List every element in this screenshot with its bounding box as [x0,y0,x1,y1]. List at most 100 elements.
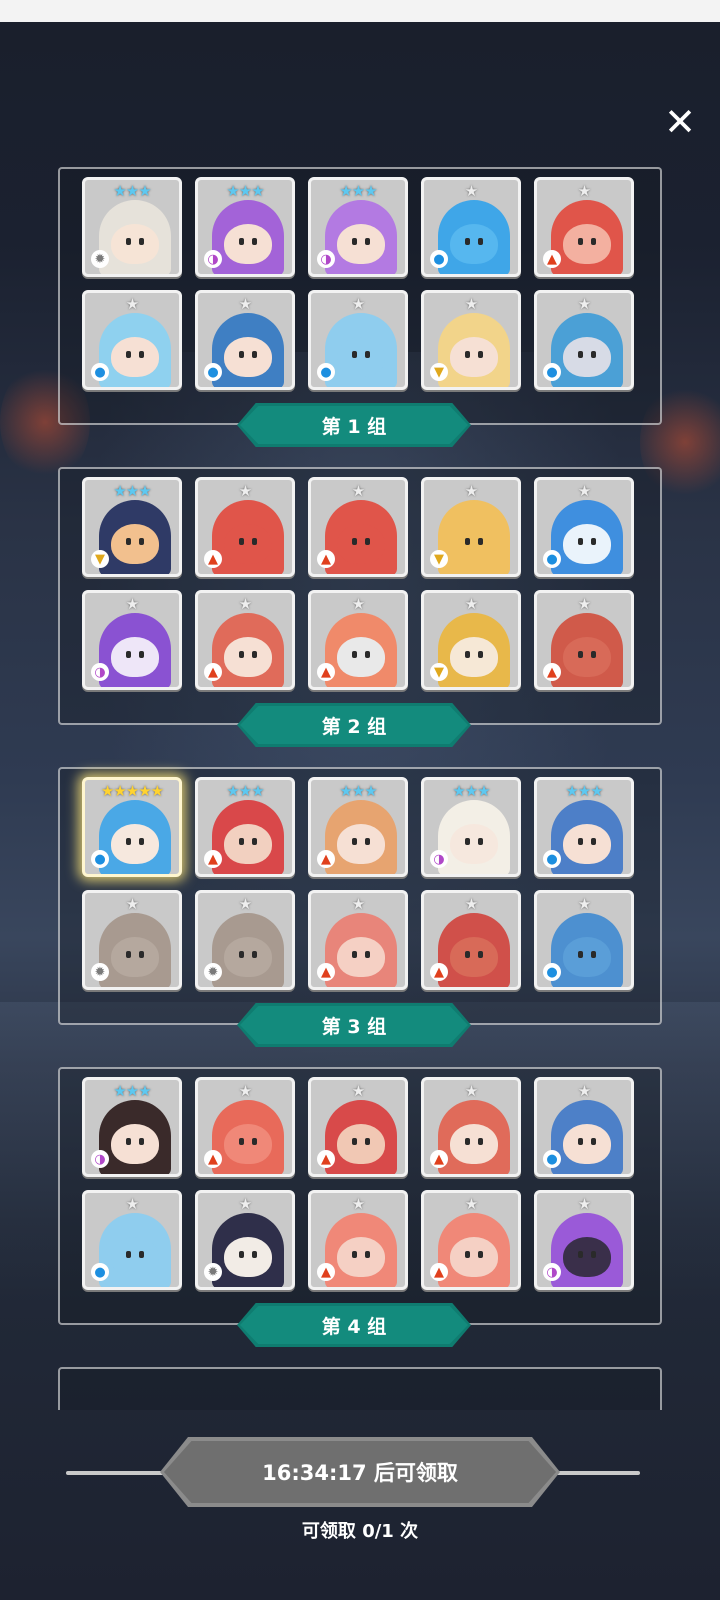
fire-element-icon: ▲ [204,850,222,868]
hero-group: ★★★ ▼ ★ ▲ ★ ▲ ★ ▼ ★ ● ★ ◑ ★ ▲ ★ ▲ ★ ▼ ★ ▲ 第 2 组 [58,467,662,749]
star-rating: ★★★ [452,782,490,800]
hero-face [224,1124,272,1164]
claim-timer-button[interactable]: 16:34:17 后可领取 [160,1437,560,1507]
hero-card[interactable]: ★ ✹ [195,1190,295,1290]
hero-card[interactable]: ★ ▲ [195,1077,295,1177]
hero-card[interactable]: ★★★ ◑ [195,177,295,277]
star-rating: ★★★ [339,782,377,800]
hero-eye [126,651,131,658]
water-element-icon: ● [543,850,561,868]
water-element-icon: ● [204,363,222,381]
claim-count-label: 可领取 0/1 次 [301,1521,419,1542]
hero-card[interactable]: ★★★ ● [534,777,634,877]
hero-eye [252,838,257,845]
hero-face [337,637,385,677]
hero-eye [239,1138,244,1145]
dark-element-icon: ◑ [91,663,109,681]
footer-divider-left [66,1471,166,1475]
hero-eye [352,838,357,845]
hero-card[interactable]: ★★★ ▼ [82,477,182,577]
star-rating: ★ [464,295,478,313]
hero-card[interactable]: ★ ● [534,290,634,390]
group-label: 第 3 组 [321,1015,387,1038]
hero-eye [139,1138,144,1145]
hero-card[interactable]: ★★★ ▲ [308,777,408,877]
hero-face [450,1124,498,1164]
hero-card[interactable]: ★★★ ◑ [82,1077,182,1177]
hero-card[interactable]: ★★★ ◑ [421,777,521,877]
hero-card[interactable]: ★ ▲ [534,590,634,690]
hero-face [111,337,159,377]
hero-eye [365,238,370,245]
hero-card[interactable]: ★ ● [534,477,634,577]
hero-card[interactable]: ★ ▲ [308,1190,408,1290]
hero-eye [478,651,483,658]
hero-card[interactable]: ★ ▼ [421,290,521,390]
status-bar [0,0,720,22]
hero-eye [352,238,357,245]
hero-card[interactable]: ★ ▲ [308,590,408,690]
star-rating: ★ [464,595,478,613]
star-rating: ★ [464,895,478,913]
hero-card[interactable]: ★ ▼ [421,477,521,577]
light-element-icon: ✹ [91,963,109,981]
hero-card[interactable]: ★ ▲ [421,1077,521,1177]
hero-card[interactable]: ★ ● [421,177,521,277]
claim-timer-label: 16:34:17 后可领取 [262,1461,458,1485]
hero-eye [252,238,257,245]
hero-card[interactable]: ★ ◑ [534,1190,634,1290]
group-label: 第 1 组 [321,415,387,438]
hero-card[interactable]: ★ ▲ [308,477,408,577]
hero-card[interactable]: ★ ▲ [195,590,295,690]
hero-card[interactable]: ★★★★★ ● [82,777,182,877]
hero-eye [478,1251,483,1258]
hero-card[interactable]: ★ ✹ [195,890,295,990]
hero-card[interactable]: ★ ✹ [82,890,182,990]
hero-face [111,824,159,864]
hero-card[interactable]: ★ ▲ [421,1190,521,1290]
star-rating: ★ [577,1082,591,1100]
hero-eye [239,538,244,545]
star-rating: ★★★ [565,782,603,800]
hero-card[interactable]: ★ ● [534,890,634,990]
star-rating: ★ [464,182,478,200]
hero-card[interactable]: ★ ● [534,1077,634,1177]
star-rating: ★ [351,895,365,913]
group-label: 第 4 组 [321,1315,387,1338]
group-banner: 第 4 组 [237,1303,471,1347]
star-rating: ★ [577,182,591,200]
hero-card[interactable]: ★ ● [308,290,408,390]
hero-card[interactable]: ★ ◑ [82,590,182,690]
hero-card[interactable]: ★ ● [82,1190,182,1290]
water-element-icon: ● [543,963,561,981]
star-rating: ★★★ [339,182,377,200]
hero-face [563,224,611,264]
hero-card[interactable]: ★ ● [82,290,182,390]
hero-eye [139,651,144,658]
hero-card[interactable]: ★ ▲ [308,1077,408,1177]
hero-eye [239,651,244,658]
hero-card[interactable]: ★★★ ▲ [195,777,295,877]
hero-card[interactable]: ★ ▲ [308,890,408,990]
group-label: 第 2 组 [321,715,387,738]
hero-card[interactable]: ★★★ ◑ [308,177,408,277]
hero-eye [478,838,483,845]
hero-eye [239,238,244,245]
close-icon[interactable]: ✕ [660,102,700,142]
hero-card[interactable]: ★ ▲ [421,890,521,990]
hero-card[interactable]: ★ ● [195,290,295,390]
thunder-element-icon: ▼ [430,363,448,381]
hero-eye [591,351,596,358]
fire-element-icon: ▲ [430,963,448,981]
hero-eye [465,651,470,658]
star-rating: ★ [351,482,365,500]
hero-card[interactable]: ★ ▲ [195,477,295,577]
hero-face [337,1237,385,1277]
hero-eye [465,1251,470,1258]
hero-card[interactable]: ★★★ ✹ [82,177,182,277]
hero-card[interactable]: ★ ▲ [534,177,634,277]
group-list[interactable]: ★★★ ✹ ★★★ ◑ ★★★ ◑ ★ ● ★ ▲ ★ ● ★ ● ★ ● ★ ▼ ★ ● 第 1 组 ★★★ ▼ ★ ▲ ★ ▲ ★… [0,165,720,1410]
hero-card[interactable]: ★ ▼ [421,590,521,690]
hero-eye [352,538,357,545]
star-rating: ★ [125,895,139,913]
